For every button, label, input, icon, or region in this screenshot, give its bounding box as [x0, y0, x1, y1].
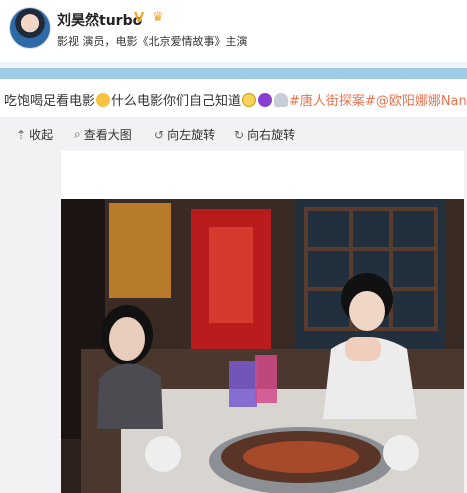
zoom-icon: ⌕: [74, 127, 81, 141]
divider-blue: [0, 68, 467, 79]
photo-illustration: [61, 199, 464, 493]
rotate-left-icon: ↺: [154, 127, 165, 142]
username[interactable]: 刘昊然turbo: [57, 10, 142, 30]
hashtag-link[interactable]: #唐人街探案#: [289, 94, 376, 109]
view-large-label: 查看大图: [83, 128, 132, 142]
collapse-icon: ⇡: [16, 127, 27, 142]
rotate-right-button[interactable]: ↻ 向右旋转: [234, 126, 295, 143]
ghost-emoji-icon: [274, 93, 289, 107]
rotate-right-label: 向右旋转: [247, 128, 296, 142]
collapse-button[interactable]: ⇡ 收起: [16, 126, 53, 143]
mention-link[interactable]: @欧阳娜娜Nana: [376, 94, 467, 109]
verified-badge-icon: V: [134, 11, 145, 26]
post-photo[interactable]: [61, 199, 464, 493]
user-bio: 影视 演员，电影《北京爱情故事》主演: [57, 35, 248, 48]
photo-top-margin: [61, 151, 464, 199]
post-text-main: 吃饱喝足看电影: [4, 94, 96, 109]
view-large-button[interactable]: ⌕ 查看大图: [74, 126, 132, 143]
smile-emoji-icon: [96, 93, 111, 107]
crown-icon: ♛: [152, 10, 164, 25]
weibo-header: 刘昊然turbo V ♛ 影视 演员，电影《北京爱情故事》主演: [0, 0, 467, 62]
post-text-mid: 什么电影你们自己知道: [111, 94, 242, 109]
rotate-right-icon: ↻: [234, 127, 245, 142]
post-text: 吃饱喝足看电影 什么电影你们自己知道 #唐人街探案#@欧阳娜娜Nana: [4, 93, 467, 110]
user-avatar[interactable]: [9, 7, 51, 49]
devil-emoji-icon: [258, 93, 273, 107]
collapse-label: 收起: [29, 128, 54, 142]
image-toolbar: ⇡ 收起 ⌕ 查看大图 ↺ 向左旋转 ↻ 向右旋转: [0, 117, 467, 151]
grin-emoji-icon: [242, 93, 257, 107]
rotate-left-button[interactable]: ↺ 向左旋转: [154, 126, 215, 143]
rotate-left-label: 向左旋转: [167, 128, 216, 142]
post: 吃饱喝足看电影 什么电影你们自己知道 #唐人街探案#@欧阳娜娜Nana ⇡ 收起 ⌕…: [0, 79, 467, 493]
media-panel: ⇡ 收起 ⌕ 查看大图 ↺ 向左旋转 ↻ 向右旋转: [0, 117, 467, 493]
